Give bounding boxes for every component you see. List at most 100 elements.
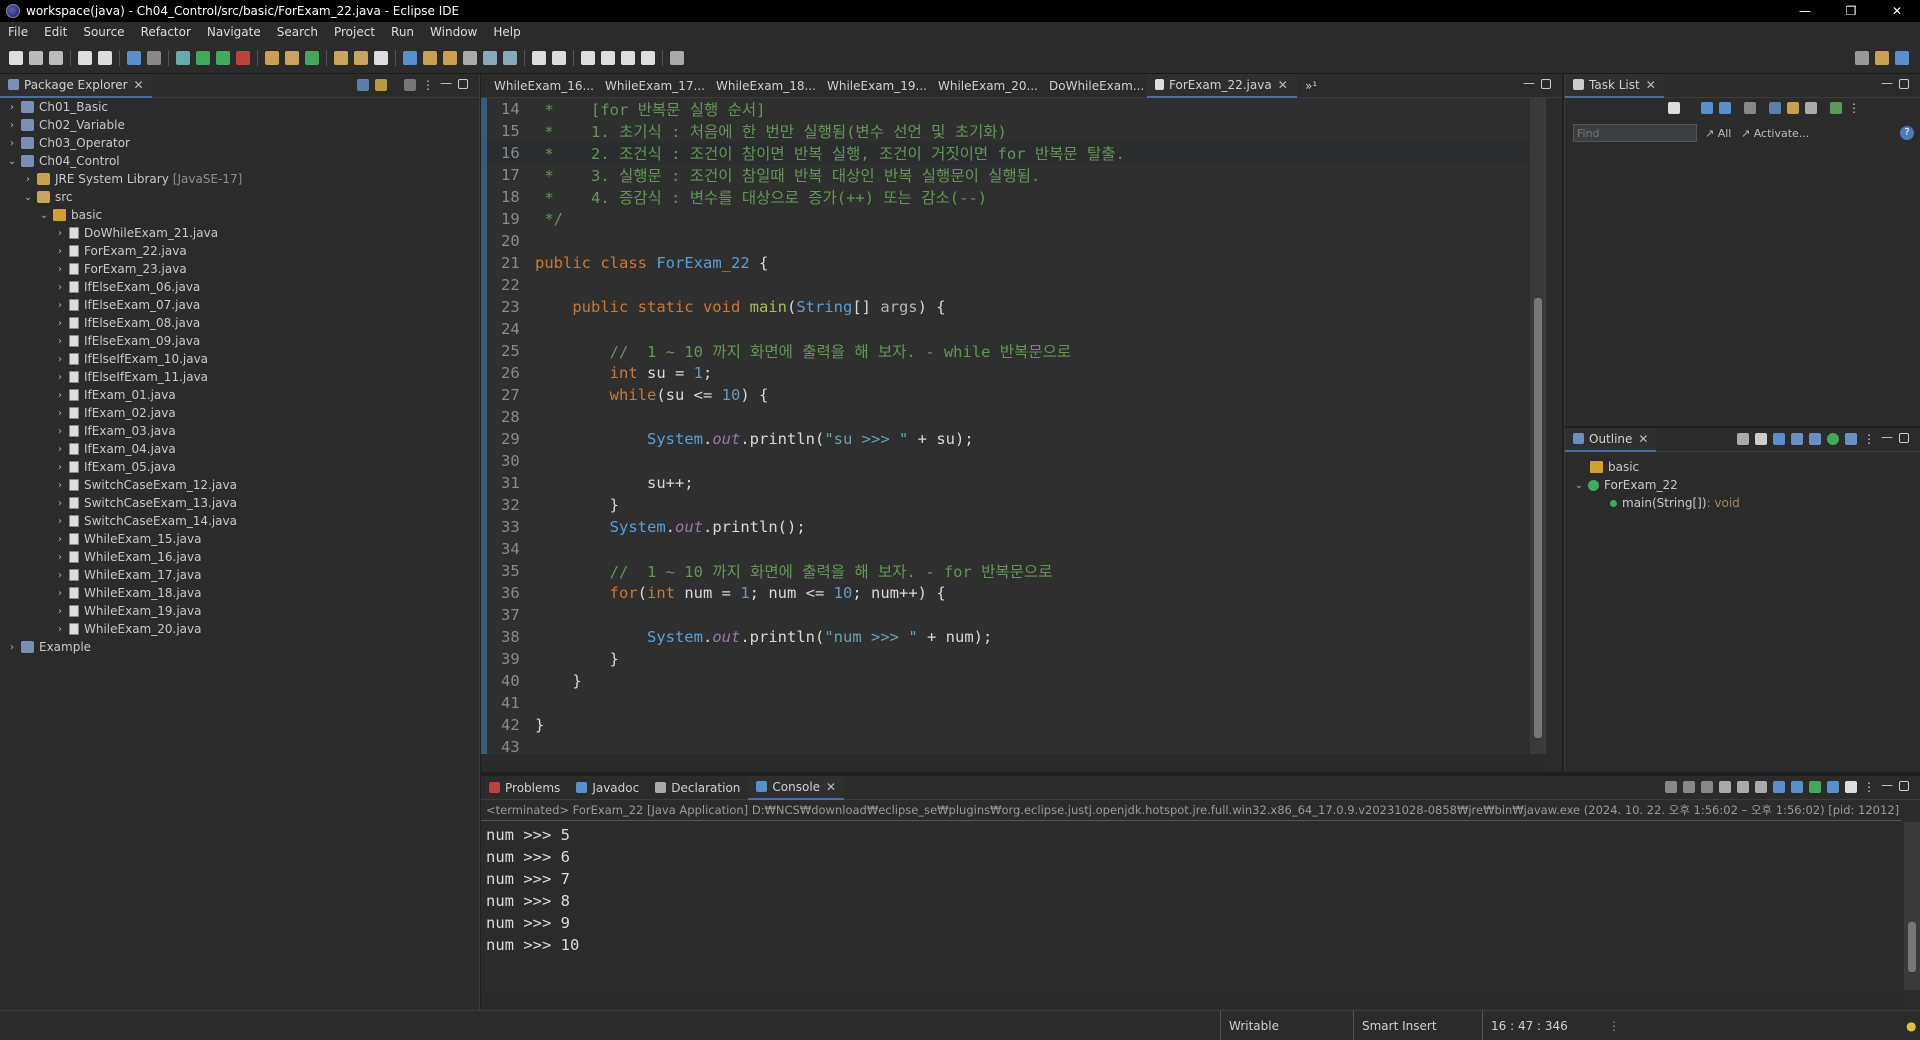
chevron-right-icon[interactable]: › [54,552,66,563]
minimize-view-icon[interactable]: — [1881,779,1893,793]
tree-item[interactable]: › WhileExam_15.java [0,530,480,548]
tree-item[interactable]: › IfElseExam_06.java [0,278,480,296]
minimize-button[interactable]: — [1782,0,1828,22]
code-line[interactable]: 19 */ [481,208,1546,230]
tree-item[interactable]: › IfExam_02.java [0,404,480,422]
tree-item[interactable]: › IfExam_04.java [0,440,480,458]
skip-breakpoints-icon[interactable] [147,50,161,65]
tree-item[interactable]: › Example [0,638,480,656]
chevron-right-icon[interactable]: › [54,534,66,545]
word-wrap-icon[interactable] [1755,781,1767,793]
save-all-icon[interactable] [49,50,63,65]
chevron-right-icon[interactable]: › [54,228,66,239]
hide-local-types-icon[interactable] [1845,433,1857,445]
console-output[interactable]: num >>> 5 num >>> 6 num >>> 7 num >>> 8 num … [481,824,1901,956]
code-line[interactable]: 16 * 2. 조건식 : 조건이 참이면 반복 실행, 조건이 거짓이면 fo… [481,142,1546,164]
forward-icon[interactable] [601,50,615,65]
chevron-right-icon[interactable]: › [54,354,66,365]
focus-icon[interactable] [1737,433,1749,445]
block-select-icon[interactable] [503,50,517,65]
perspective-java-icon[interactable] [1875,51,1889,65]
prev-annotation-icon[interactable] [552,50,566,65]
chevron-right-icon[interactable]: › [54,246,66,257]
collapse-all-icon[interactable] [357,79,369,91]
code-line[interactable]: 42} [481,714,1546,736]
close-icon[interactable]: ✕ [1646,78,1656,92]
remove-launch-icon[interactable] [1683,781,1695,793]
chevron-right-icon[interactable]: › [54,606,66,617]
code-line[interactable]: 20 [481,230,1546,252]
view-menu-icon[interactable]: ⋮ [1863,781,1875,793]
editor-tab[interactable]: WhileExam_17... [592,74,705,98]
task-find-input[interactable] [1573,124,1697,142]
chevron-right-icon[interactable]: › [54,516,66,527]
outline-item[interactable]: main(String[]) : void [1565,494,1740,512]
tree-item[interactable]: › IfElseIfExam_11.java [0,368,480,386]
debug-icon[interactable] [176,50,190,65]
minimize-view-icon[interactable]: — [440,77,452,91]
maximize-button[interactable]: ❐ [1828,0,1874,22]
chevron-right-icon[interactable]: › [6,138,18,149]
tab-problems[interactable]: Problems [481,776,568,800]
pin-icon[interactable] [463,50,477,65]
maximize-view-icon[interactable] [1899,79,1909,89]
next-annotation-icon[interactable] [532,50,546,65]
chevron-right-icon[interactable]: › [6,120,18,131]
code-line[interactable]: 18 * 4. 증감식 : 변수를 대상으로 증가(++) 또는 감소(--) [481,186,1546,208]
chevron-right-icon[interactable]: › [54,282,66,293]
code-line[interactable]: 32 } [481,494,1546,516]
code-line[interactable]: 22 [481,274,1546,296]
undo-icon[interactable] [78,50,92,65]
tab-declaration[interactable]: Declaration [647,776,748,800]
chevron-right-icon[interactable]: › [54,480,66,491]
tree-item[interactable]: › DoWhileExam_21.java [0,224,480,242]
tab-task-list[interactable]: Task List ✕ [1565,73,1664,98]
sync-icon[interactable] [1830,102,1842,114]
chevron-right-icon[interactable]: › [54,318,66,329]
code-line[interactable]: 14 * [for 반복문 실행 순서] [481,98,1546,120]
close-button[interactable]: ✕ [1874,0,1920,22]
chevron-right-icon[interactable]: › [54,462,66,473]
code-editor[interactable]: 14 * [for 반복문 실행 순서] 15 * 1. 초기식 : 처음에 한 … [481,98,1546,758]
tree-item[interactable]: › IfExam_05.java [0,458,480,476]
code-line[interactable]: 29 System.out.println("su >>> " + su); [481,428,1546,450]
tree-item[interactable]: › WhileExam_16.java [0,548,480,566]
status-menu-icon[interactable]: ⋮ [1600,1011,1620,1040]
menu-refactor[interactable]: Refactor [133,25,199,39]
chevron-right-icon[interactable]: › [54,336,66,347]
code-line[interactable]: 37 [481,604,1546,626]
search-icon[interactable] [374,50,388,65]
tree-item[interactable]: › Ch03_Operator [0,134,480,152]
display-console-icon[interactable] [1827,781,1839,793]
editor-tab[interactable]: DoWhileExam... [1036,74,1147,98]
tab-javadoc[interactable]: Javadoc [568,776,647,800]
tree-item[interactable]: ⌄ basic [0,206,480,224]
close-icon[interactable]: ✕ [134,78,144,92]
open-console-icon[interactable] [1845,781,1857,793]
clear-console-icon[interactable] [1719,781,1731,793]
menu-source[interactable]: Source [75,25,132,39]
code-line[interactable]: 30 [481,450,1546,472]
code-line[interactable]: 35 // 1 ~ 10 까지 화면에 출력을 해 보자. - for 반복문으… [481,560,1546,582]
terminal-icon[interactable] [127,50,141,65]
maximize-view-icon[interactable] [1541,79,1551,89]
open-task-icon[interactable] [354,50,368,65]
tree-item[interactable]: › IfElseExam_07.java [0,296,480,314]
tree-item[interactable]: › SwitchCaseExam_13.java [0,494,480,512]
menu-project[interactable]: Project [326,25,383,39]
console-horizontal-scrollbar[interactable] [481,992,1904,1008]
search-icon[interactable] [1855,51,1869,65]
menu-edit[interactable]: Edit [36,25,75,39]
tip-lightbulb-icon[interactable]: ● [1898,1011,1916,1040]
view-menu-icon[interactable]: ⋮ [1863,433,1875,445]
menu-window[interactable]: Window [422,25,485,39]
tab-package-explorer[interactable]: Package Explorer ✕ [0,73,152,98]
perspective-debug-icon[interactable] [1895,51,1909,65]
tab-outline[interactable]: Outline ✕ [1565,427,1657,452]
sort-icon[interactable] [1773,433,1785,445]
hide-completed-icon[interactable] [1805,102,1817,114]
close-icon[interactable]: ✕ [1278,78,1288,92]
tabs-overflow-button[interactable]: »¹ [1297,74,1325,98]
tree-item[interactable]: › SwitchCaseExam_12.java [0,476,480,494]
chevron-right-icon[interactable]: › [54,264,66,275]
